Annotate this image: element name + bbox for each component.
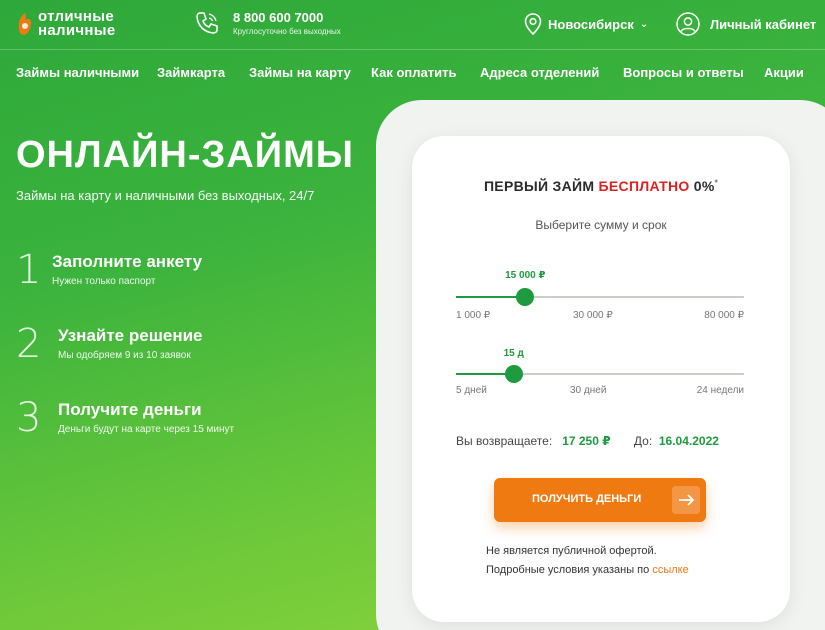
step-description: Деньги будут на карте через 15 минут bbox=[58, 424, 235, 435]
term-tick-max: 24 недели bbox=[696, 385, 744, 396]
disclaimer-text: Подробные условия указаны по bbox=[486, 564, 653, 576]
disclaimer: Не является публичной офертой. Подробные… bbox=[486, 542, 689, 580]
step-description: Мы одобряем 9 из 10 заявок bbox=[58, 350, 191, 361]
arrow-right-icon bbox=[672, 486, 700, 514]
step-title: Получите деньги bbox=[58, 400, 202, 419]
user-icon bbox=[676, 12, 700, 36]
nav-item-cash-loans[interactable]: Займы наличными bbox=[16, 65, 139, 80]
step-description: Нужен только паспорт bbox=[52, 276, 156, 287]
logo[interactable]: отличные наличные bbox=[16, 9, 116, 39]
main-nav: Займы наличными Займкарта Займы на карту… bbox=[0, 50, 825, 94]
amount-slider[interactable]: 15 000 ₽ 1 000 ₽ 30 000 ₽ 80 000 ₽ bbox=[456, 270, 744, 321]
calculator-subtitle: Выберите сумму и срок bbox=[535, 218, 667, 232]
personal-account-link[interactable]: Личный кабинет bbox=[676, 12, 816, 36]
amount-tick-min: 1 000 ₽ bbox=[456, 310, 491, 321]
personal-account-label: Личный кабинет bbox=[710, 16, 817, 32]
step-fill-form: 1 Заполните анкету Нужен только паспорт bbox=[16, 250, 202, 290]
due-label: До: bbox=[633, 434, 653, 448]
title-footnote-mark: * bbox=[714, 178, 719, 188]
step-number: 2 bbox=[16, 321, 42, 367]
chevron-down-icon: ⌄ bbox=[639, 18, 649, 30]
loan-calculator: ПЕРВЫЙ ЗАЙМ БЕСПЛАТНО 0%* Выберите сумму… bbox=[412, 136, 790, 622]
nav-item-how-to-pay[interactable]: Как оплатить bbox=[371, 65, 456, 80]
amount-tick-mid: 30 000 ₽ bbox=[573, 310, 613, 321]
amount-fill bbox=[456, 296, 526, 298]
get-money-button[interactable]: ПОЛУЧИТЬ ДЕНЬГИ bbox=[494, 478, 706, 522]
term-slider[interactable]: 15 д 5 дней 30 дней 24 недели bbox=[456, 348, 744, 398]
nav-item-branches[interactable]: Адреса отделений bbox=[480, 65, 599, 80]
step-title: Узнайте решение bbox=[58, 326, 203, 345]
step-number: 3 bbox=[16, 395, 42, 441]
city-name: Новосибирск bbox=[548, 16, 634, 32]
get-money-button-label: ПОЛУЧИТЬ ДЕНЬГИ bbox=[532, 493, 642, 505]
nav-item-faq[interactable]: Вопросы и ответы bbox=[623, 65, 744, 80]
step-number: 1 bbox=[16, 247, 42, 293]
step-get-decision: 2 Узнайте решение Мы одобряем 9 из 10 за… bbox=[16, 324, 203, 364]
logo-hand-icon bbox=[18, 13, 31, 35]
repayment-summary: Вы возвращаете: 17 250 ₽ До: 16.04.2022 bbox=[456, 434, 719, 448]
location-pin-icon bbox=[524, 13, 542, 35]
page-subtitle: Займы на карту и наличными без выходных,… bbox=[16, 188, 315, 203]
phone-block[interactable]: 8 800 600 7000 Круглосуточно без выходны… bbox=[194, 10, 341, 36]
amount-tick-max: 80 000 ₽ bbox=[704, 310, 744, 321]
logo-line-2: наличные bbox=[38, 22, 116, 39]
nav-item-loan-card[interactable]: Займкарта bbox=[157, 65, 225, 80]
terms-link[interactable]: ссылке bbox=[652, 564, 688, 576]
city-selector[interactable]: Новосибирск ⌄ bbox=[524, 13, 648, 35]
amount-value: 15 000 ₽ bbox=[505, 270, 546, 281]
phone-number[interactable]: 8 800 600 7000 bbox=[233, 10, 341, 25]
amount-handle[interactable] bbox=[516, 288, 535, 306]
term-tick-mid: 30 дней bbox=[570, 385, 607, 396]
disclaimer-line-2: Подробные условия указаны по ссылке bbox=[486, 561, 689, 580]
term-tick-min: 5 дней bbox=[456, 385, 487, 396]
return-amount: 17 250 ₽ bbox=[562, 434, 611, 448]
title-free: БЕСПЛАТНО bbox=[598, 178, 690, 194]
top-header: отличные наличные 8 800 600 7000 Круглос… bbox=[0, 0, 825, 50]
logo-text: отличные наличные bbox=[38, 9, 116, 39]
phone-icon bbox=[196, 12, 218, 34]
step-get-money: 3 Получите деньги Деньги будут на карте … bbox=[16, 398, 234, 438]
page-title: ОНЛАЙН-ЗАЙМЫ bbox=[16, 134, 354, 176]
step-title: Заполните анкету bbox=[52, 252, 203, 271]
term-handle[interactable] bbox=[504, 365, 523, 383]
nav-item-card-loans[interactable]: Займы на карту bbox=[249, 65, 351, 80]
title-prefix: ПЕРВЫЙ ЗАЙМ bbox=[483, 178, 599, 194]
due-date: 16.04.2022 bbox=[658, 434, 719, 448]
phone-hours: Круглосуточно без выходных bbox=[233, 27, 341, 36]
return-label: Вы возвращаете: bbox=[456, 434, 553, 448]
calculator-title: ПЕРВЫЙ ЗАЙМ БЕСПЛАТНО 0%* bbox=[412, 178, 790, 194]
nav-item-promotions[interactable]: Акции bbox=[764, 65, 804, 80]
title-rate: 0% bbox=[689, 178, 715, 194]
term-value: 15 д bbox=[503, 348, 524, 359]
disclaimer-line-1: Не является публичной офертой. bbox=[486, 545, 657, 557]
